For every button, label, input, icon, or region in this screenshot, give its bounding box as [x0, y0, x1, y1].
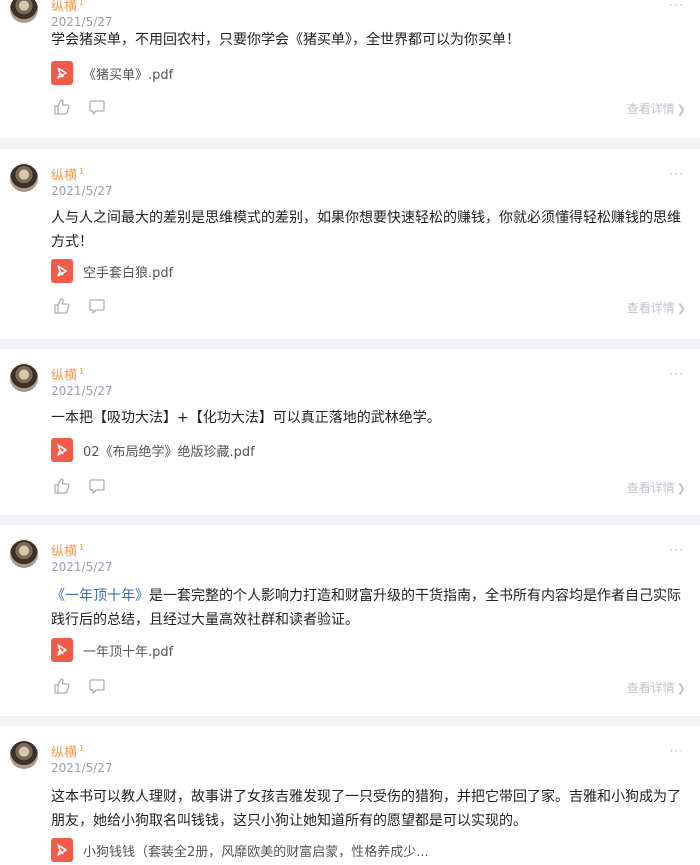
post-date: 2021/5/27: [51, 560, 113, 574]
chevron-right-icon: ❯: [676, 103, 686, 116]
post-card: 纵横 1 2021/5/27 ··· 学会猪买单，不用回农村，只要你学会《猪买单》…: [0, 0, 700, 138]
pdf-icon: [51, 259, 73, 283]
pdf-icon: [51, 61, 73, 85]
attachment-file[interactable]: 空手套白狼.pdf: [51, 259, 173, 283]
post-text: 学会猪买单，不用回农村，只要你学会《猪买单》，全世界都可以为你买单！: [51, 32, 520, 48]
attachment-name: 一年顶十年.pdf: [83, 644, 174, 660]
like-icon[interactable]: [53, 297, 71, 315]
attachment-file[interactable]: 小狗钱钱（套装全2册，风靡欧美的财富启蒙，性格养成少...: [51, 838, 429, 862]
view-details-link[interactable]: 查看详情 ❯: [627, 299, 686, 316]
post-actions: [53, 677, 123, 695]
attachment-name: 《猪买单》.pdf: [83, 67, 174, 83]
level-badge: 1: [79, 744, 85, 753]
post-text: 这本书可以教人理财，故事讲了女孩吉雅发现了一只受伤的猎狗，并把它带回了家。吉雅和…: [51, 789, 681, 829]
level-badge: 1: [79, 543, 85, 552]
post-card: 纵横 1 2021/5/27 ··· 人与人之间最大的差别是思维模式的差别，如果你…: [0, 149, 700, 339]
post-actions: [53, 297, 123, 315]
attachment-file[interactable]: 《猪买单》.pdf: [51, 61, 173, 85]
post-card: 纵横 1 2021/5/27 ··· 《一年顶十年》是一套完整的个人影响力打造和财…: [0, 525, 700, 716]
attachment-file[interactable]: 一年顶十年.pdf: [51, 638, 173, 662]
like-icon[interactable]: [53, 98, 71, 116]
post-date: 2021/5/27: [51, 761, 113, 775]
attachment-name: 空手套白狼.pdf: [83, 265, 174, 281]
avatar[interactable]: [10, 164, 38, 192]
book-title-link[interactable]: 《一年顶十年》: [51, 588, 149, 604]
avatar[interactable]: [10, 741, 38, 769]
pdf-icon: [51, 638, 73, 662]
comment-icon[interactable]: [88, 677, 106, 695]
post-text: 《一年顶十年》是一套完整的个人影响力打造和财富升级的干货指南，全书所有内容均是作…: [51, 588, 681, 628]
more-options-icon[interactable]: ···: [670, 167, 684, 181]
post-actions: [53, 98, 123, 116]
avatar[interactable]: [10, 364, 38, 392]
post-actions: [53, 477, 123, 495]
avatar[interactable]: [10, 0, 38, 23]
pdf-icon: [51, 438, 73, 462]
more-options-icon[interactable]: ···: [670, 744, 684, 758]
post-text: 一本把【吸功大法】+【化功大法】可以真正落地的武林绝学。: [51, 410, 441, 426]
chevron-right-icon: ❯: [676, 682, 686, 695]
chevron-right-icon: ❯: [676, 302, 686, 315]
attachment-file[interactable]: 02《布局绝学》绝版珍藏.pdf: [51, 438, 255, 462]
level-badge: 1: [79, 0, 85, 7]
attachment-name: 02《布局绝学》绝版珍藏.pdf: [83, 444, 255, 460]
more-options-icon[interactable]: ···: [670, 0, 684, 12]
more-options-icon[interactable]: ···: [670, 367, 684, 381]
level-badge: 1: [79, 367, 85, 376]
like-icon[interactable]: [53, 477, 71, 495]
attachment-name: 小狗钱钱（套装全2册，风靡欧美的财富启蒙，性格养成少...: [83, 844, 429, 860]
comment-icon[interactable]: [88, 98, 106, 116]
more-options-icon[interactable]: ···: [670, 543, 684, 557]
post-text: 人与人之间最大的差别是思维模式的差别，如果你想要快速轻松的赚钱，你就必须懂得轻松…: [51, 210, 681, 250]
pdf-icon: [51, 838, 73, 862]
view-details-link[interactable]: 查看详情 ❯: [627, 479, 686, 496]
level-badge: 1: [79, 167, 85, 176]
avatar[interactable]: [10, 540, 38, 568]
author-name[interactable]: 纵横 1: [51, 741, 84, 761]
view-details-link[interactable]: 查看详情 ❯: [627, 100, 686, 117]
post-card: 纵横 1 2021/5/27 ··· 一本把【吸功大法】+【化功大法】可以真正落地…: [0, 349, 700, 515]
post-date: 2021/5/27: [51, 384, 113, 398]
like-icon[interactable]: [53, 677, 71, 695]
chevron-right-icon: ❯: [676, 482, 686, 495]
comment-icon[interactable]: [88, 477, 106, 495]
comment-icon[interactable]: [88, 297, 106, 315]
post-date: 2021/5/27: [51, 184, 113, 198]
author-name[interactable]: 纵横 1: [51, 540, 84, 560]
post-card: 纵横 1 2021/5/27 ··· 这本书可以教人理财，故事讲了女孩吉雅发现了一…: [0, 726, 700, 865]
view-details-link[interactable]: 查看详情 ❯: [627, 679, 686, 696]
author-name[interactable]: 纵横 1: [51, 364, 84, 384]
post-feed: 纵横 1 2021/5/27 ··· 学会猪买单，不用回农村，只要你学会《猪买单》…: [0, 0, 700, 865]
author-name[interactable]: 纵横 1: [51, 164, 84, 184]
